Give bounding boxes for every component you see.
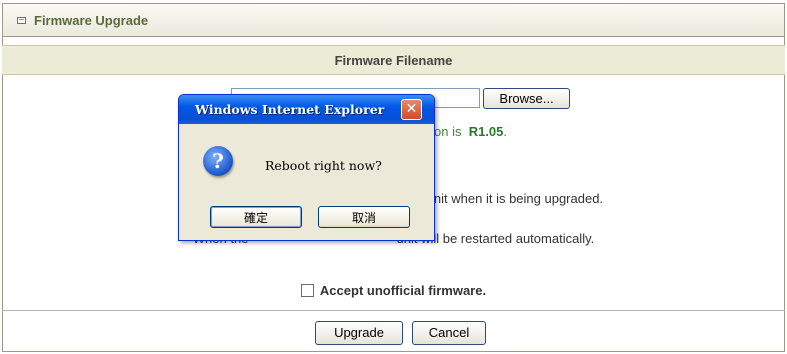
dialog-message: Reboot right now?	[265, 158, 382, 173]
upgrade-button[interactable]: Upgrade	[315, 321, 403, 345]
section-title-bar: Firmware Upgrade	[2, 3, 785, 37]
section-icon	[17, 16, 26, 24]
section-title: Firmware Upgrade	[34, 12, 149, 28]
dialog-title-bar[interactable]: Windows Internet Explorer ✕	[179, 95, 434, 124]
dialog-title: Windows Internet Explorer	[195, 102, 385, 117]
accept-unofficial-row: Accept unofficial firmware.	[0, 283, 787, 298]
firmware-filename-header: Firmware Filename	[2, 45, 785, 75]
accept-unofficial-label: Accept unofficial firmware.	[319, 283, 487, 298]
divider	[2, 310, 785, 311]
current-version: on is R1.05.	[434, 124, 507, 139]
version-prefix: on is	[434, 124, 462, 139]
browse-button[interactable]: Browse...	[483, 88, 570, 109]
accept-unofficial-checkbox[interactable]	[300, 284, 314, 297]
close-icon[interactable]: ✕	[401, 99, 422, 120]
version-value: R1.05	[468, 124, 504, 139]
cancel-button[interactable]: Cancel	[412, 321, 486, 345]
version-suffix: .	[503, 124, 508, 139]
ok-button[interactable]: 確定	[210, 206, 302, 228]
dialog-cancel-button[interactable]: 取消	[318, 206, 410, 228]
question-icon: ?	[203, 146, 233, 176]
